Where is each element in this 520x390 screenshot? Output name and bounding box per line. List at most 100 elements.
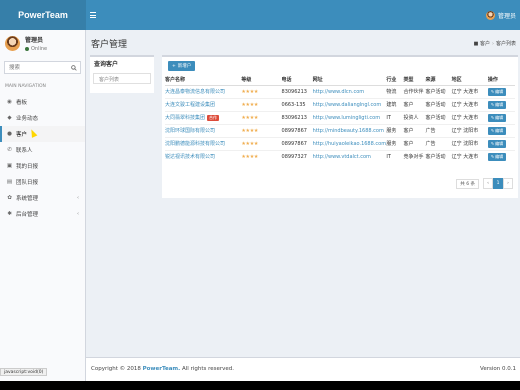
app-window: PowerTeam 管理员 管理员 Online MAIN NAVIGATION… [0,0,520,381]
edit-label: 编辑 [495,153,504,159]
col-header[interactable]: 客户名称 [165,75,242,86]
action-cell: ✎ 编辑 [487,123,515,137]
edit-button[interactable]: ✎ 编辑 [487,113,507,122]
search-input[interactable] [5,62,80,73]
feed-icon: ◆ [7,115,12,121]
admin-icon: ✱ [7,211,12,217]
source-cell: 广告 [425,123,452,137]
next-page-button[interactable]: › [503,178,513,189]
breadcrumb-item[interactable]: 客户 [480,41,490,47]
sidebar-item-system[interactable]: ✿ 系统管理 ‹ [0,190,85,206]
edit-label: 编辑 [495,88,504,94]
customer-list-link[interactable]: 客户列表 [93,73,151,84]
sidebar-item-my-daily[interactable]: ▣ 我的日报 [0,158,85,174]
source-cell: 客户活动 [425,97,452,111]
customer-name-link[interactable]: 锐达视讯技术有限公司 [165,149,242,163]
breadcrumb-item: 客户列表 [495,41,516,47]
col-header[interactable]: 类型 [403,75,426,86]
sidebar-item-customers[interactable]: ● 客户 [0,126,85,142]
action-cell: ✎ 编辑 [487,149,515,163]
action-cell: ✎ 编辑 [487,97,515,111]
sidebar-item-dashboard[interactable]: ◉ 看板 [0,94,85,110]
calendar-icon: ▣ [6,163,13,169]
user-menu[interactable]: 管理员 [485,0,516,30]
edit-button[interactable]: ✎ 编辑 [487,126,507,135]
customer-name-link[interactable]: 大同翡翠科技集团 合作 [165,110,242,124]
website-link[interactable]: http://www.lumingligti.com [312,110,387,124]
source-cell: 客户活动 [425,110,452,124]
sidebar-search [4,61,81,74]
status-bar-url: javascript:void(0) [0,368,48,376]
add-customer-label: 新增户 [177,64,192,69]
type-cell: 竞争对手 [403,149,426,163]
rating-stars: ★★★★ [241,136,282,150]
edit-button[interactable]: ✎ 编辑 [487,87,507,96]
sidebar-item-feed[interactable]: ◆ 业务动态 [0,110,85,126]
status-badge: 合作 [207,114,220,121]
col-header[interactable]: 网址 [312,75,387,86]
website-link[interactable]: http://mindbeauty.1688.com [312,123,387,137]
team-icon: ▤ [6,179,13,185]
table-row: 大连昌泰物流信息有限公司 ★★★★ 83096213 http://www.dl… [165,84,515,98]
phone-cell: 08997867 [281,136,313,150]
user-name: 管理员 [25,37,44,44]
copyright-rights: All rights reserved. [182,366,235,372]
customer-name-link[interactable]: 大连昌泰物流信息有限公司 [165,84,242,98]
edit-label: 编辑 [495,140,504,146]
plus-icon: + [172,63,176,69]
phone-cell: 08997327 [281,149,313,163]
edit-label: 编辑 [495,114,504,120]
sidebar-item-team-daily[interactable]: ▤ 团队日报 [0,174,85,190]
website-link[interactable]: http://www.vtdalct.com [312,149,387,163]
sidebar-item-label: 客户 [16,132,28,138]
user-panel: 管理员 Online [0,30,85,57]
region-cell: 辽宁 大连市 [451,149,488,163]
sidebar-item-admin[interactable]: ✱ 后台管理 ‹ [0,206,85,222]
edit-button[interactable]: ✎ 编辑 [487,139,507,148]
source-cell: 客户活动 [425,149,452,163]
sidebar: 管理员 Online MAIN NAVIGATION ◉ 看板 ◆ 业务动态 ● 客户… [0,30,86,381]
sidebar-section-title: MAIN NAVIGATION [5,84,46,89]
col-header[interactable]: 等级 [241,75,282,86]
col-header[interactable]: 行业 [386,75,404,86]
website-link[interactable]: http://huiyaoleikao.1688.com [312,136,387,150]
page-size-select[interactable]: 共 6 条 [456,178,479,189]
prev-page-button[interactable]: ‹ [483,178,493,189]
footer-brand-link[interactable]: PowerTeam. [143,366,181,372]
source-cell: 客户活动 [425,84,452,98]
user-status: Online [25,46,47,52]
search-icon[interactable] [71,65,77,71]
rating-stars: ★★★★ [241,149,282,163]
website-link[interactable]: http://www.dalianglngl.com [312,97,387,111]
sidebar-item-label: 团队日报 [16,180,39,186]
industry-cell: 服务 [386,136,404,150]
edit-icon: ✎ [490,141,495,146]
source-cell: 广告 [425,136,452,150]
copyright-prefix: Copyright © 2018 [91,366,141,372]
region-cell: 辽宁 沈阳市 [451,123,488,137]
edit-button[interactable]: ✎ 编辑 [487,100,507,109]
menu-toggle-icon[interactable] [90,9,100,21]
edit-button[interactable]: ✎ 编辑 [487,152,507,161]
sidebar-item-contacts[interactable]: ✆ 联系人 [0,142,85,158]
customer-name-link[interactable]: 大连文骏工程建设集团 [165,97,242,111]
website-link[interactable]: http://www.dlcn.com [312,84,387,98]
rating-stars: ★★★★ [241,97,282,111]
sidebar-item-label: 我的日报 [16,164,39,170]
industry-cell: 建筑 [386,97,404,111]
page-title: 客户管理 [91,40,128,50]
phone-cell: 08997867 [281,123,313,137]
query-panel-title: 查询客户 [94,61,119,68]
edit-label: 编辑 [495,127,504,133]
industry-cell: 物流 [386,84,404,98]
col-header[interactable]: 地区 [451,75,488,86]
col-header[interactable]: 电话 [281,75,313,86]
page-1-button[interactable]: 1 [493,178,503,189]
col-header[interactable]: 来源 [425,75,452,86]
customer-name-link[interactable]: 沈阳环球国际有限公司 [165,123,242,137]
app-logo[interactable]: PowerTeam [0,0,86,30]
add-customer-button[interactable]: + 新增户 [168,61,196,71]
customer-name-link[interactable]: 沈阳鹏德能源科技有限公司 [165,136,242,150]
home-icon: ■ [473,41,479,47]
content-header: 客户管理 ■ 客户 › 客户列表 [86,30,520,52]
